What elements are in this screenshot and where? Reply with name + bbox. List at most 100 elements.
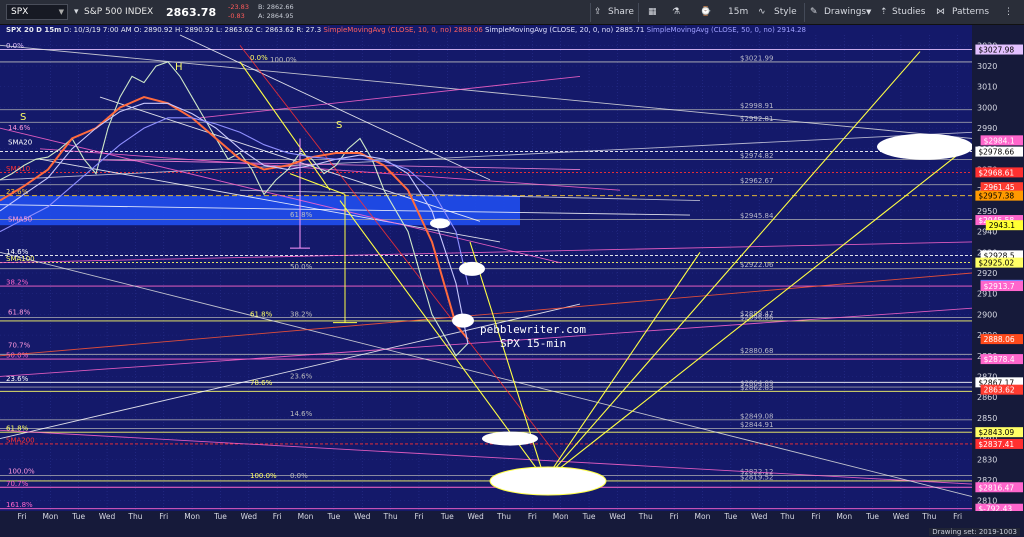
price-tag-label: 2888.06 (984, 335, 1015, 344)
x-tick-label: Mon (553, 512, 569, 521)
price-tag-label: $3027.98 (978, 46, 1014, 55)
symbol-text: SPX (11, 7, 29, 17)
sma20-label: SimpleMovingAvg (CLOSE, 20, 0, no) (485, 26, 614, 34)
y-tick-label: 2990 (977, 124, 997, 133)
level-price-label: $2974.82 (740, 152, 773, 160)
pattern-label: S (336, 120, 342, 131)
fib-label: 100.0% (270, 56, 297, 64)
price-tag-label: $2878.4 (984, 355, 1015, 364)
sma10-label: SimpleMovingAvg (CLOSE, 10, 0, no) (323, 26, 452, 34)
x-tick-label: Fri (414, 512, 423, 521)
x-tick-label: Fri (159, 512, 168, 521)
separator (638, 3, 639, 22)
plot-background (0, 25, 1024, 537)
style-button[interactable]: Style (774, 0, 797, 25)
x-tick-label: Mon (184, 512, 200, 521)
studies-button[interactable]: Studies (892, 0, 925, 25)
dropdown-icon[interactable]: ▾ (74, 0, 79, 25)
y-tick-label: 2850 (977, 414, 997, 423)
x-tick-label: Wed (354, 512, 371, 521)
x-tick-label: Fri (670, 512, 679, 521)
price-tag-label: $2837.41 (978, 440, 1014, 449)
x-tick-label: Thu (383, 512, 398, 521)
study-status-line: SPX 20 D 15m D: 10/3/19 7:00 AM O: 2890.… (6, 26, 806, 34)
studies-icon[interactable]: ⇡ (880, 0, 888, 25)
price-tag-label: $2968.61 (978, 168, 1014, 177)
fib-label: 61.8% (8, 308, 31, 316)
x-tick-label: Fri (953, 512, 962, 521)
instrument-name: S&P 500 INDEX (84, 7, 154, 17)
ohlc-readout: D: 10/3/19 7:00 AM O: 2890.92 H: 2890.92… (63, 26, 322, 34)
level-price-label: $2962.67 (740, 177, 773, 185)
patterns-button[interactable]: Patterns (952, 0, 989, 25)
grid-icon[interactable]: ▦ (648, 0, 657, 25)
fib-label: 61.8% (290, 211, 313, 219)
x-tick-label: Tue (213, 512, 227, 521)
x-tick-label: Wed (99, 512, 116, 521)
last-price: 2863.78 (166, 6, 217, 19)
fib-label: 0.0% (250, 54, 268, 62)
x-tick-label: Mon (695, 512, 711, 521)
style-icon[interactable]: ∿ (758, 0, 766, 25)
chart-title: SPX 20 D 15m (6, 26, 62, 34)
patterns-icon[interactable]: ⋈ (936, 0, 945, 25)
x-tick-label: Wed (893, 512, 910, 521)
target-ellipse (459, 261, 485, 276)
price-tag-label: 2943.1 (989, 221, 1015, 230)
y-tick-label: 2920 (977, 269, 997, 278)
level-price-label: $2880.68 (740, 347, 773, 355)
more-icon[interactable]: ⋮ (1004, 0, 1013, 25)
x-tick-label: Wed (241, 512, 258, 521)
pattern-label: S (20, 112, 26, 123)
interval-selector[interactable]: 15m (728, 0, 748, 25)
x-tick-label: Fri (273, 512, 282, 521)
separator (804, 3, 805, 22)
x-tick-label: Tue (865, 512, 879, 521)
price-tag-label: $2957.38 (978, 192, 1014, 201)
price-tag-label: $2843.09 (978, 428, 1014, 437)
price-tag-label: $2816.47 (978, 483, 1014, 492)
chart-app: SPX ▼ ▾ S&P 500 INDEX 2863.78 -23.83 -0.8… (0, 0, 1024, 537)
level-price-label: $2922.06 (740, 261, 774, 269)
symbol-selector[interactable]: SPX ▼ (6, 4, 68, 20)
level-label: SMA200 (6, 436, 35, 444)
fib-label: 50.0% (290, 263, 313, 271)
level-price-label: $2998.91 (740, 102, 773, 110)
ask-price: A: 2864.95 (258, 12, 294, 20)
price-tag-label: $2984.1 (984, 136, 1015, 145)
clock-icon[interactable]: ⌚ (700, 0, 711, 25)
change-points: -23.83 (228, 3, 249, 11)
price-tag-label: 2863.62 (984, 386, 1015, 395)
target-ellipse (430, 218, 450, 229)
change-block: -23.83 -0.83 (228, 3, 249, 21)
level-label: 50.0% (6, 352, 29, 360)
price-tag-label: $2978.66 (978, 148, 1014, 157)
target-ellipse (482, 431, 538, 446)
fib-label: 100.0% (8, 468, 35, 476)
x-tick-label: Thu (496, 512, 511, 521)
x-tick-label: Thu (638, 512, 653, 521)
x-tick-label: Wed (609, 512, 626, 521)
x-tick-label: Wed (751, 512, 768, 521)
y-tick-label: 3020 (977, 62, 997, 71)
chevron-down-icon: ▼ (58, 8, 64, 16)
y-tick-label: 3010 (977, 83, 997, 92)
drawings-dropdown-icon[interactable]: ▼ (866, 0, 871, 25)
fib-label: 14.6% (8, 124, 31, 132)
pencil-icon[interactable]: ✎ (810, 0, 818, 25)
target-ellipse (489, 466, 607, 496)
x-tick-label: Tue (723, 512, 737, 521)
x-tick-label: Tue (71, 512, 85, 521)
watermark-site: pebblewriter.com (480, 323, 586, 336)
flask-icon[interactable]: ⚗ (672, 0, 680, 25)
share-button[interactable]: Share (608, 0, 634, 25)
drawings-button[interactable]: Drawings (824, 0, 866, 25)
drawing-set-label[interactable]: Drawing set: 2019-1003 (929, 528, 1020, 536)
level-price-label: $2844.91 (740, 421, 773, 429)
level-price-label: $2896.86 (740, 313, 774, 321)
price-chart[interactable]: 0.0%$3021.99$2998.91$2992.81$2974.82SMA1… (0, 25, 1024, 537)
share-icon[interactable]: ⇪ (594, 0, 602, 25)
level-price-label: $2819.52 (740, 473, 773, 481)
x-tick-label: Thu (779, 512, 794, 521)
x-tick-label: Mon (836, 512, 852, 521)
